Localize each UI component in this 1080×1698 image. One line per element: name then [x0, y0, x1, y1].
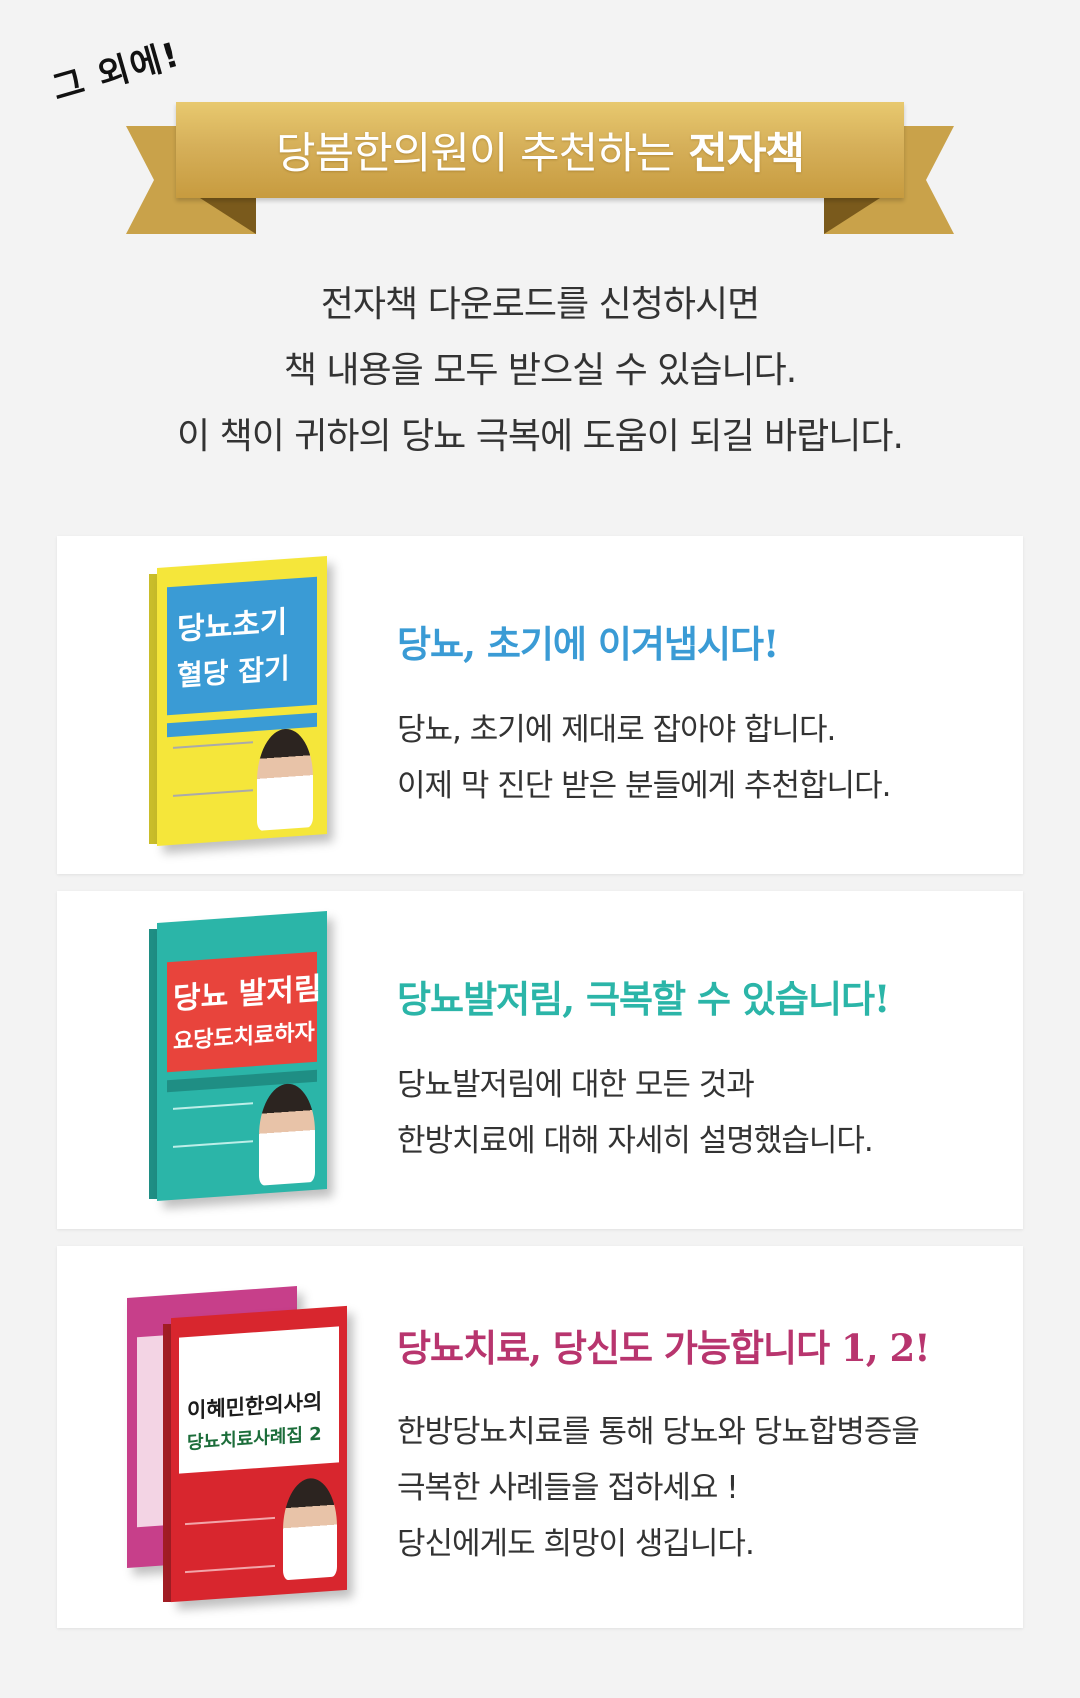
book-card-3[interactable]: 이혜민한의사의 당뇨치료사례집 2 당뇨치료, 당신도 가능합니다 1, 2! …: [57, 1246, 1023, 1628]
desc-line: 한방치료에 대해 자세히 설명했습니다.: [397, 1123, 874, 1159]
banner-title-regular: 당봄한의원이 추천하는: [276, 129, 675, 179]
desc-line: 당뇨, 초기에 제대로 잡아야 합니다.: [397, 712, 836, 748]
ebook-recommend-section: 그 외에! 당봄한의원이 추천하는 전자책 전자책 다운로드를 신청하시면 책 …: [0, 0, 1080, 1698]
desc-line: 극복한 사례들을 접하세요 !: [397, 1470, 739, 1506]
cover-title-line1: 당뇨초기: [177, 604, 288, 648]
cover-title-line2: 혈당 잡기: [177, 651, 290, 693]
book-description: 한방당뇨치료를 통해 당뇨와 당뇨합병증을 극복한 사례들을 접하세요 ! 당신…: [397, 1404, 920, 1572]
title-banner: 당봄한의원이 추천하는 전자책: [176, 102, 904, 198]
intro-text: 전자책 다운로드를 신청하시면 책 내용을 모두 받으실 수 있습니다. 이 책…: [0, 272, 1080, 470]
book-card-2[interactable]: 당뇨 발저림 요당도치료하자 당뇨발저림, 극복할 수 있습니다! 당뇨발저림에…: [57, 891, 1023, 1229]
handwritten-label: 그 외에!: [47, 34, 186, 110]
book-cover-2: 당뇨 발저림 요당도치료하자: [149, 911, 329, 1203]
banner-title-bold: 전자책: [688, 129, 805, 179]
book-cover-1: 당뇨초기 혈당 잡기: [149, 556, 329, 848]
book-description: 당뇨, 초기에 제대로 잡아야 합니다. 이제 막 진단 받은 분들에게 추천합…: [397, 702, 891, 814]
intro-line: 전자책 다운로드를 신청하시면: [320, 284, 760, 325]
book-title: 당뇨치료, 당신도 가능합니다 1, 2!: [397, 1326, 930, 1370]
book-description: 당뇨발저림에 대한 모든 것과 한방치료에 대해 자세히 설명했습니다.: [397, 1057, 874, 1169]
book-cover-3: 이혜민한의사의 당뇨치료사례집 2: [127, 1270, 347, 1610]
book-title: 당뇨발저림, 극복할 수 있습니다!: [397, 977, 890, 1021]
desc-line: 당뇨발저림에 대한 모든 것과: [397, 1067, 755, 1103]
desc-line: 한방당뇨치료를 통해 당뇨와 당뇨합병증을: [397, 1414, 920, 1450]
intro-line: 책 내용을 모두 받으실 수 있습니다.: [283, 350, 797, 391]
desc-line: 당신에게도 희망이 생깁니다.: [397, 1526, 755, 1562]
desc-line: 이제 막 진단 받은 분들에게 추천합니다.: [397, 768, 891, 804]
intro-line: 이 책이 귀하의 당뇨 극복에 도움이 되길 바랍니다.: [177, 416, 904, 457]
book-title: 당뇨, 초기에 이겨냅시다!: [397, 622, 779, 666]
book-card-1[interactable]: 당뇨초기 혈당 잡기 당뇨, 초기에 이겨냅시다! 당뇨, 초기에 제대로 잡아…: [57, 536, 1023, 874]
